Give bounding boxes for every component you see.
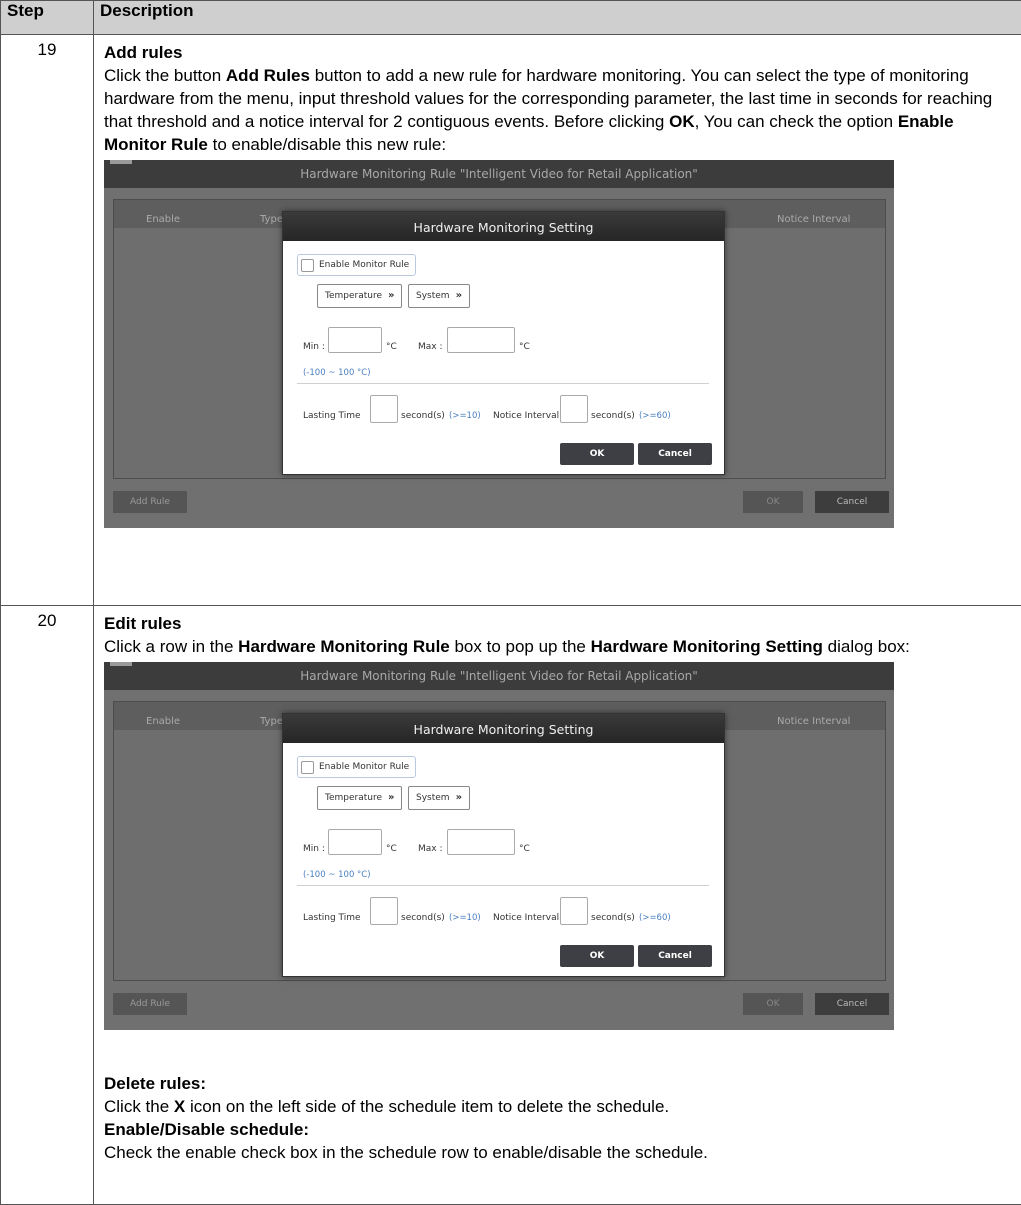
- lasting-time-input[interactable]: [370, 897, 398, 925]
- lasting-hint: (>=10): [449, 411, 481, 421]
- chevron-down-icon: »: [388, 290, 395, 301]
- notice-interval-label: Notice Interval: [493, 411, 560, 421]
- max-label: Max :: [418, 844, 443, 854]
- ok-button[interactable]: OK: [743, 491, 803, 513]
- dialog-cancel-button[interactable]: Cancel: [638, 945, 712, 967]
- column-type: Type: [260, 214, 283, 225]
- column-notice-interval: Notice Interval: [777, 214, 851, 225]
- max-unit: °C: [519, 342, 530, 352]
- chevron-down-icon: »: [388, 792, 395, 803]
- step-number: 20: [0, 605, 94, 1205]
- min-label: Min :: [303, 844, 325, 854]
- dialog-ok-button[interactable]: OK: [560, 945, 634, 967]
- add-rule-button[interactable]: Add Rule: [113, 993, 187, 1015]
- min-unit: °C: [386, 844, 397, 854]
- source-select[interactable]: System»: [408, 284, 471, 308]
- range-hint: (-100 ~ 100 °C): [303, 870, 371, 880]
- column-notice-interval: Notice Interval: [777, 716, 851, 727]
- checkbox-box[interactable]: [301, 760, 314, 774]
- window-title: Hardware Monitoring Rule "Intelligent Vi…: [300, 167, 698, 181]
- step-title: Edit rules: [104, 614, 182, 633]
- min-unit: °C: [386, 342, 397, 352]
- notice-seconds-label: second(s): [591, 411, 635, 421]
- table-row: 19 Add rules Click the button Add Rules …: [0, 34, 1021, 606]
- min-label: Min :: [303, 342, 325, 352]
- enable-schedule-text: Check the enable check box in the schedu…: [104, 1143, 708, 1162]
- description-column-header: Description: [93, 0, 1021, 35]
- source-select[interactable]: System»: [408, 786, 471, 810]
- lasting-time-label: Lasting Time: [303, 913, 361, 923]
- dialog-title: Hardware Monitoring Setting: [283, 212, 724, 241]
- step-number: 19: [0, 34, 94, 606]
- lasting-seconds-label: second(s): [401, 411, 445, 421]
- chevron-down-icon: »: [455, 290, 463, 301]
- step-paragraph: Click the button Add Rules button to add…: [104, 66, 993, 154]
- table-row: 20 Edit rules Click a row in the Hardwar…: [0, 605, 1021, 1205]
- lasting-seconds-label: second(s): [401, 913, 445, 923]
- hardware-monitoring-setting-dialog: Hardware Monitoring Setting Enable Monit…: [282, 211, 725, 475]
- max-unit: °C: [519, 844, 530, 854]
- chevron-down-icon: »: [455, 792, 463, 803]
- delete-rules-title: Delete rules:: [104, 1074, 207, 1093]
- dialog-title: Hardware Monitoring Setting: [283, 714, 724, 743]
- column-enable: Enable: [146, 214, 181, 225]
- notice-hint: (>=60): [639, 411, 671, 421]
- cancel-button[interactable]: Cancel: [815, 993, 889, 1015]
- dialog-separator: [297, 885, 709, 886]
- step-title: Add rules: [104, 43, 183, 62]
- window-title-bar: Hardware Monitoring Rule "Intelligent Vi…: [104, 160, 894, 188]
- delete-rules-text: Click the X icon on the left side of the…: [104, 1097, 670, 1116]
- lasting-hint: (>=10): [449, 913, 481, 923]
- type-select[interactable]: Temperature»: [317, 786, 403, 810]
- notice-seconds-label: second(s): [591, 913, 635, 923]
- hardware-monitoring-setting-dialog: Hardware Monitoring Setting Enable Monit…: [282, 713, 725, 977]
- max-input[interactable]: [447, 829, 515, 855]
- ok-button[interactable]: OK: [743, 993, 803, 1015]
- step-description: Add rules Click the button Add Rules but…: [93, 34, 1021, 606]
- window-title-bar: Hardware Monitoring Rule "Intelligent Vi…: [104, 662, 894, 690]
- cancel-button[interactable]: Cancel: [815, 491, 889, 513]
- notice-hint: (>=60): [639, 913, 671, 923]
- column-type: Type: [260, 716, 283, 727]
- range-hint: (-100 ~ 100 °C): [303, 368, 371, 378]
- dialog-cancel-button[interactable]: Cancel: [638, 443, 712, 465]
- column-enable: Enable: [146, 716, 181, 727]
- step-paragraph: Click a row in the Hardware Monitoring R…: [104, 637, 910, 656]
- dialog-ok-button[interactable]: OK: [560, 443, 634, 465]
- lasting-time-input[interactable]: [370, 395, 398, 423]
- notice-interval-input[interactable]: [560, 897, 588, 925]
- steps-table: Step Description 19 Add rules Click the …: [0, 0, 1021, 1205]
- notice-interval-input[interactable]: [560, 395, 588, 423]
- notice-interval-label: Notice Interval: [493, 913, 560, 923]
- window-title: Hardware Monitoring Rule "Intelligent Vi…: [300, 669, 698, 683]
- min-input[interactable]: [328, 829, 382, 855]
- step-description: Edit rules Click a row in the Hardware M…: [93, 605, 1021, 1205]
- table-header-row: Step Description: [0, 0, 1021, 35]
- min-input[interactable]: [328, 327, 382, 353]
- max-input[interactable]: [447, 327, 515, 353]
- add-rule-button[interactable]: Add Rule: [113, 491, 187, 513]
- lasting-time-label: Lasting Time: [303, 411, 361, 421]
- type-select[interactable]: Temperature»: [317, 284, 403, 308]
- step-column-header: Step: [0, 0, 94, 35]
- enable-monitor-rule-checkbox[interactable]: Enable Monitor Rule: [297, 756, 417, 778]
- max-label: Max :: [418, 342, 443, 352]
- hardware-monitoring-screenshot: Hardware Monitoring Rule "Intelligent Vi…: [104, 662, 894, 1030]
- dialog-separator: [297, 383, 709, 384]
- enable-monitor-rule-checkbox[interactable]: Enable Monitor Rule: [297, 254, 417, 276]
- hardware-monitoring-screenshot: Hardware Monitoring Rule "Intelligent Vi…: [104, 160, 894, 528]
- enable-schedule-title: Enable/Disable schedule:: [104, 1120, 310, 1139]
- checkbox-box[interactable]: [301, 258, 314, 272]
